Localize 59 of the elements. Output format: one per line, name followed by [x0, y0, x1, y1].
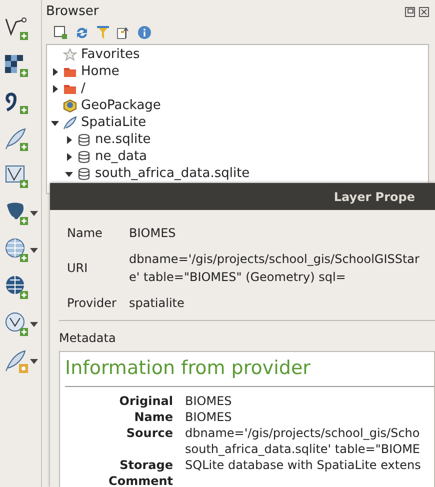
tree-item[interactable]: Home [81, 62, 120, 82]
package-icon [63, 99, 77, 113]
metadata-value: BIOMES [185, 408, 232, 424]
refresh-icon[interactable] [75, 26, 89, 40]
tree-item[interactable]: GeoPackage [81, 96, 161, 116]
close-icon[interactable] [419, 6, 429, 17]
field-value: BIOMES [129, 225, 176, 242]
field-value: spatialite [129, 295, 184, 312]
delimited-text-icon[interactable] [4, 90, 29, 115]
collapse-arrow-icon[interactable] [65, 170, 73, 178]
filter-icon[interactable] [97, 26, 109, 39]
metadata-label: Storage [120, 458, 173, 472]
panel-title: Browser [46, 3, 99, 21]
caret-icon[interactable] [30, 359, 38, 364]
metadata-label: Comment [108, 474, 173, 487]
metadata-label: Original [119, 394, 173, 408]
metadata-value: SQLite database with SpatiaLite extens [185, 456, 421, 472]
metadata-label: Name [134, 410, 173, 424]
database-icon [77, 167, 91, 181]
vertex-layer-icon[interactable] [4, 16, 29, 41]
field-value: dbname='/gis/projects/school_gis/SchoolGISStar e' table="BIOMES" (Geometry) sql= [129, 251, 420, 286]
float-icon[interactable] [405, 6, 415, 17]
tree-item[interactable]: SpatiaLite [81, 113, 146, 133]
caret-icon[interactable] [30, 322, 38, 327]
field-label: Provider [67, 295, 118, 312]
wms-globe-icon[interactable] [4, 238, 29, 263]
tree-item[interactable]: Favorites [81, 45, 140, 65]
tree-item[interactable]: / [81, 79, 86, 99]
expand-arrow-icon[interactable] [51, 68, 59, 76]
database-icon [77, 150, 91, 164]
expand-arrow-icon[interactable] [65, 136, 73, 144]
field-label: URI [67, 260, 89, 277]
expand-arrow-icon[interactable] [65, 153, 73, 161]
expand-arrow-icon[interactable] [51, 85, 59, 93]
metadata-value: dbname='/gis/projects/school_gis/Scho south_africa_data.sqlite' table="BIOME [185, 424, 420, 456]
feather-icon [63, 116, 77, 130]
info-icon[interactable] [138, 26, 151, 39]
caret-icon[interactable] [30, 248, 38, 253]
section-label: Metadata [59, 331, 116, 345]
add-selection-icon[interactable] [54, 26, 67, 39]
folder-icon [63, 82, 77, 96]
folder-icon [63, 65, 77, 79]
collapse-arrow-icon[interactable] [51, 119, 59, 127]
tree-item[interactable]: south_africa_data.sqlite [95, 164, 250, 184]
raster-layer-icon[interactable] [4, 53, 29, 78]
database-icon [77, 133, 91, 147]
virtual-layer-icon[interactable] [4, 164, 29, 189]
globe-grid-icon[interactable] [4, 275, 29, 300]
metadata-heading: Information from provider [65, 357, 310, 379]
metadata-value: BIOMES [185, 392, 232, 408]
caret-icon[interactable] [30, 211, 38, 216]
feather-icon[interactable] [4, 127, 29, 152]
dialog-title: Layer Prope [334, 188, 415, 206]
tree-item[interactable]: ne.sqlite [95, 130, 151, 150]
field-label: Name [67, 225, 104, 242]
collapse-icon[interactable] [117, 26, 130, 39]
star-icon [63, 48, 77, 62]
metadata-label: Source [126, 426, 173, 440]
tree-item[interactable]: ne_data [95, 147, 148, 167]
